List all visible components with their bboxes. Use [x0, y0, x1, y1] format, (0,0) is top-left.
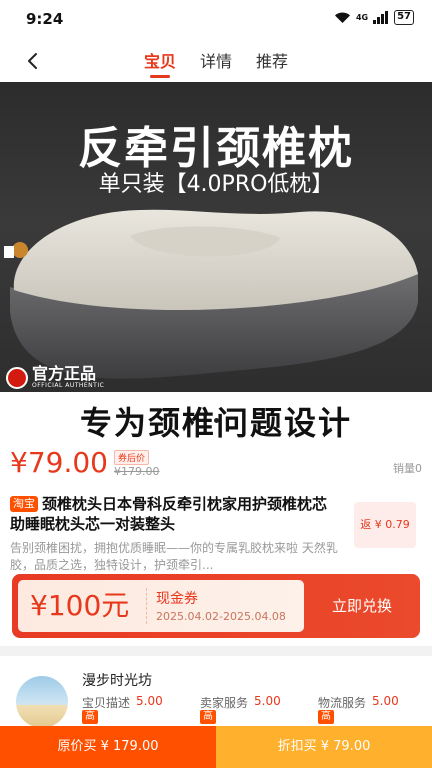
top-nav: 宝贝 详情 推荐: [0, 38, 432, 82]
official-badge-subtext: OFFICIAL AUTHENTIC: [32, 382, 105, 389]
product-info-card: ¥79.00 券后价 ¥179.00 销量0 淘宝 颈椎枕头日本骨科反牵引枕家用护…: [0, 438, 432, 646]
current-price: ¥79.00: [10, 446, 108, 479]
status-bar: 9:24 4G 57: [0, 0, 432, 38]
rating-logistics: 物流服务 5.00 高: [318, 694, 418, 724]
rating-level: 高: [318, 710, 334, 724]
coupon-dates: 2025.04.02-2025.04.08: [156, 610, 286, 623]
product-title-text: 颈椎枕头日本骨科反牵引枕家用护颈椎枕芯助睡眠枕头芯一对装整头: [10, 495, 328, 533]
cash-coupon[interactable]: ¥100元 现金券 2025.04.02-2025.04.08 立即兑换: [12, 574, 420, 638]
rating-level: 高: [200, 710, 216, 724]
coupon-divider: [146, 588, 147, 624]
bottom-action-bar: 原价买 ¥ 179.00 折扣买 ¥ 79.00: [0, 726, 432, 768]
product-page: 9:24 4G 57 宝贝 详情 推荐 反牵引颈椎枕 单只装【4.0PRO低枕】…: [0, 0, 432, 768]
shop-ratings: 宝贝描述 5.00 高 卖家服务 5.00 高 物流服务 5.00 高: [82, 694, 418, 724]
tab-recommend[interactable]: 推荐: [256, 48, 288, 78]
taobao-tag: 淘宝: [10, 496, 38, 512]
product-title-block: 淘宝 颈椎枕头日本骨科反牵引枕家用护颈椎枕芯助睡眠枕头芯一对装整头 告别颈椎困扰，…: [10, 494, 340, 574]
rating-value: 5.00: [372, 694, 399, 708]
original-price: ¥179.00: [113, 465, 160, 478]
original-price-buy-button[interactable]: 原价买 ¥ 179.00: [0, 726, 216, 768]
nav-tabs: 宝贝 详情 推荐: [0, 48, 432, 78]
coupon-body: ¥100元 现金券 2025.04.02-2025.04.08: [18, 580, 304, 632]
official-seal-icon: [6, 366, 28, 389]
rating-label: 卖家服务: [200, 696, 249, 710]
price-row: ¥79.00 券后价 ¥179.00: [10, 446, 160, 479]
product-description: 告别颈椎困扰，拥抱优质睡眠——你的专属乳胶枕来啦 天然乳胶，品质之选，独特设计，…: [10, 541, 338, 572]
carousel-dot: [213, 418, 219, 423]
after-coupon-tag: 券后价: [113, 450, 149, 465]
rating-description: 宝贝描述 5.00 高: [82, 694, 182, 724]
rebate-badge: 返 ¥ 0.79: [354, 502, 416, 548]
carousel-indicator: [0, 418, 432, 423]
rating-label: 宝贝描述: [82, 696, 131, 710]
product-image-carousel[interactable]: 反牵引颈椎枕 单只装【4.0PRO低枕】 官方正品 OFFICIAL AUTHE…: [0, 82, 432, 438]
redeem-button[interactable]: 立即兑换: [304, 574, 420, 638]
shop-avatar[interactable]: [16, 676, 68, 728]
rating-seller-service: 卖家服务 5.00 高: [200, 694, 300, 724]
shop-card[interactable]: 漫步时光坊 宝贝描述 5.00 高 卖家服务 5.00 高 物流服务 5.00 …: [0, 656, 432, 728]
coupon-title: 现金券: [156, 591, 198, 607]
signal-icon: [373, 11, 389, 24]
after-coupon-block: 券后价 ¥179.00: [113, 450, 160, 478]
hero-banner: 专为颈椎问题设计: [0, 392, 432, 438]
tab-baobei[interactable]: 宝贝: [144, 48, 176, 78]
discount-buy-button[interactable]: 折扣买 ¥ 79.00: [216, 726, 432, 768]
official-badge-text: 官方正品: [32, 364, 97, 383]
official-authentic-badge: 官方正品 OFFICIAL AUTHENTIC: [6, 366, 104, 389]
rating-label: 物流服务: [318, 696, 367, 710]
tab-details[interactable]: 详情: [200, 48, 232, 78]
product-title: 淘宝 颈椎枕头日本骨科反牵引枕家用护颈椎枕芯助睡眠枕头芯一对装整头: [10, 494, 340, 534]
sales-count: 销量0: [393, 462, 422, 475]
shop-name[interactable]: 漫步时光坊: [82, 670, 152, 690]
status-time: 9:24: [26, 10, 64, 28]
network-type-label: 4G: [355, 12, 369, 22]
coupon-amount: ¥100元: [30, 589, 130, 622]
rating-value: 5.00: [254, 694, 281, 708]
wifi-icon: [334, 12, 350, 23]
status-icons: 4G 57: [334, 10, 414, 25]
battery-icon: 57: [394, 10, 414, 25]
rating-value: 5.00: [136, 694, 163, 708]
rating-level: 高: [82, 710, 98, 724]
